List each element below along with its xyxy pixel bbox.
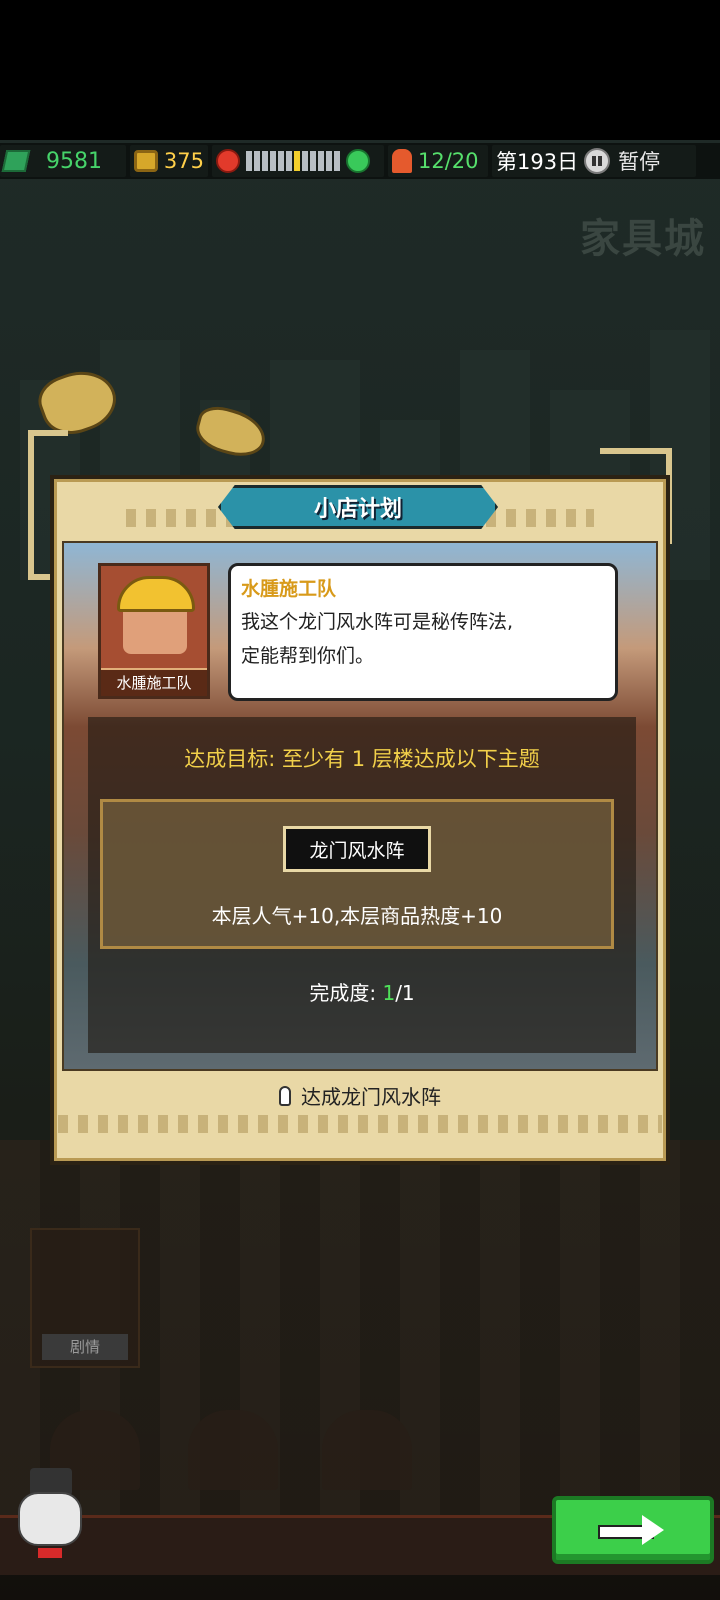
npc-portrait: 水腫施工队 [98, 563, 210, 699]
coin-icon [134, 150, 158, 172]
theme-effect-text: 本层人气+10,本层商品热度+10 [211, 904, 503, 928]
mood-segment [286, 151, 292, 171]
floor-title: 家具城 [580, 216, 706, 262]
progress-label: 完成度: [309, 981, 383, 1005]
status-bar: 9581 375 12/20 第193日 暂停 [0, 143, 720, 179]
theme-card: 龙门风水阵 本层人气+10,本层商品热度+10 [100, 799, 614, 949]
completion-progress: 完成度: 1/1 [64, 977, 656, 1006]
bulb-icon [279, 1085, 291, 1106]
shop-scene-panel: 水腫施工队 水腫施工队 我这个龙门风水阵可是秘传阵法, 定能帮到你们。 达成目标… [62, 541, 658, 1071]
shop-plan-dialog: 小店计划 水腫施工队 水腫施工队 我这个龙门风水阵可是秘传阵法, 定能帮到你们。… [50, 475, 670, 1165]
goal-text: 达成目标: 至少有 1 层楼达成以下主题 [184, 747, 540, 771]
progress-total: /1 [395, 981, 415, 1005]
bow-tie-icon [38, 1548, 62, 1558]
progress-done: 1 [382, 981, 396, 1005]
mood-segment [294, 151, 300, 171]
theme-name-tag: 龙门风水阵 [283, 826, 431, 872]
npc-portrait-label: 水腫施工队 [101, 668, 207, 696]
next-button[interactable] [552, 1496, 714, 1564]
angry-face-icon [216, 149, 240, 173]
story-label: 剧情 [42, 1334, 128, 1360]
mood-segment [270, 151, 276, 171]
day-and-pause: 第193日 暂停 [492, 145, 696, 177]
staff-value: 12/20 [418, 149, 479, 173]
coin-counter[interactable]: 375 [130, 145, 208, 177]
staff-counter[interactable]: 12/20 [388, 145, 488, 177]
speaker-name: 水腫施工队 [241, 578, 337, 600]
staff-icon [392, 149, 412, 173]
cash-value: 9581 [46, 148, 102, 174]
mood-meter[interactable] [212, 145, 384, 177]
speech-line-1: 我这个龙门风水阵可是秘传阵法, [241, 611, 514, 633]
dialog-title: 小店计划 [313, 497, 402, 522]
speech-bubble: 水腫施工队 我这个龙门风水阵可是秘传阵法, 定能帮到你们。 [228, 563, 618, 701]
mood-segment [310, 151, 316, 171]
mood-segment [326, 151, 332, 171]
speech-line-2: 定能帮到你们。 [241, 645, 375, 667]
cat-face-icon [18, 1492, 82, 1546]
story-button[interactable]: 剧情 [30, 1228, 140, 1368]
dialog-bottom-trim [58, 1115, 662, 1133]
dialog-title-banner: 小店计划 [218, 485, 498, 529]
mood-segment [334, 151, 340, 171]
pause-icon[interactable] [584, 148, 611, 174]
worker-slot-2[interactable] [188, 1410, 278, 1490]
mood-segment [254, 151, 260, 171]
pause-button-label[interactable]: 暂停 [618, 146, 660, 176]
mood-segment [318, 151, 324, 171]
completion-hint: 达成龙门风水阵 [50, 1081, 670, 1110]
cash-counter[interactable]: 9581 [0, 145, 126, 177]
worker-slot-3[interactable] [322, 1410, 412, 1490]
coin-value: 375 [163, 149, 204, 173]
arrow-right-icon [598, 1515, 668, 1545]
mood-bar [246, 151, 340, 171]
day-counter: 第193日 [496, 150, 579, 174]
mood-segment [278, 151, 284, 171]
hard-hat-icon [117, 576, 195, 612]
cash-icon [1, 150, 31, 172]
cat-mascot[interactable] [4, 1468, 94, 1568]
mood-segment [246, 151, 252, 171]
completion-hint-text: 达成龙门风水阵 [301, 1085, 441, 1109]
mood-segment [262, 151, 268, 171]
mood-segment [302, 151, 308, 171]
happy-face-icon [346, 149, 370, 173]
